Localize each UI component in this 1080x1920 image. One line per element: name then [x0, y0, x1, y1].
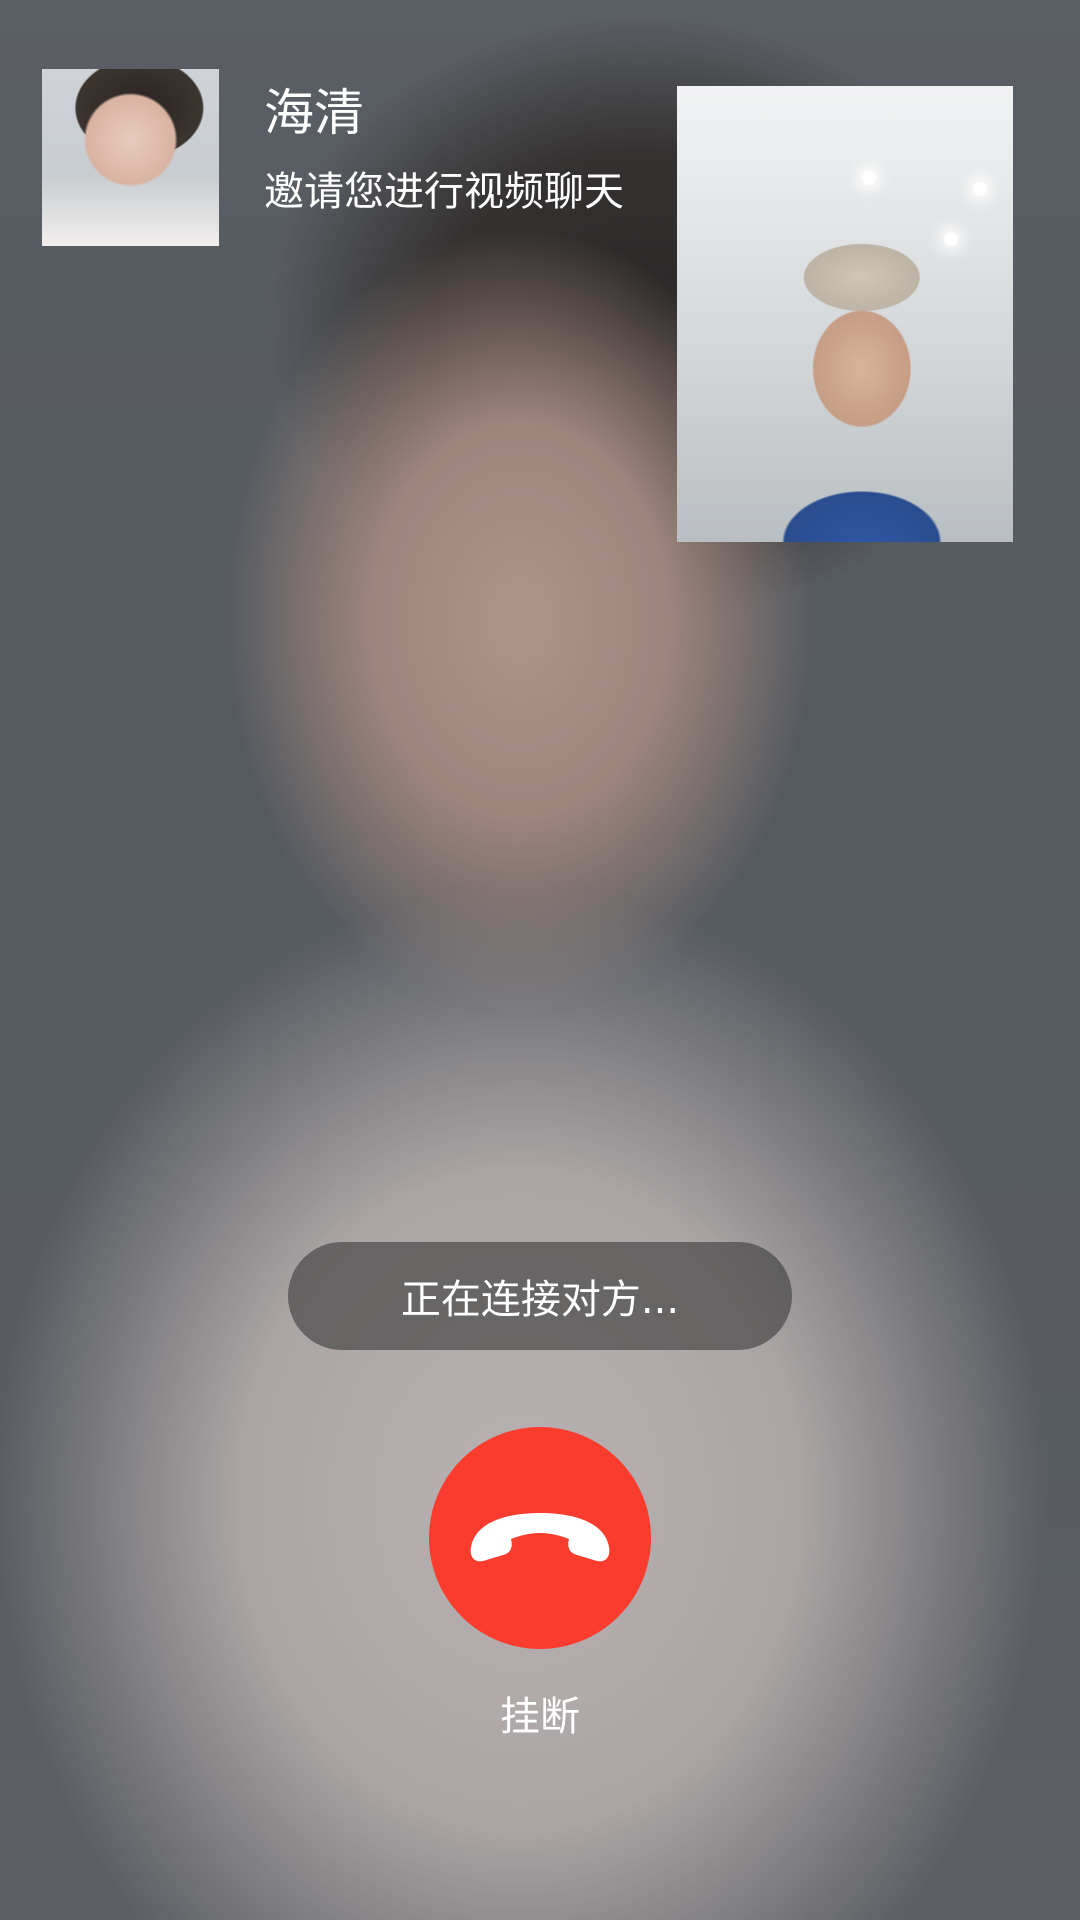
call-invite-text: 邀请您进行视频聊天: [264, 169, 624, 215]
phone-hangup-icon: [470, 1513, 610, 1562]
caller-avatar: [42, 69, 219, 246]
connection-status-text: 正在连接对方...: [400, 1277, 680, 1323]
ceiling-light: [944, 232, 958, 246]
hangup-label: 挂断: [500, 1694, 580, 1740]
connection-status-pill: 正在连接对方...: [288, 1242, 792, 1350]
hangup-button[interactable]: [429, 1427, 651, 1649]
ceiling-light: [973, 182, 987, 196]
caller-name: 海清: [264, 84, 364, 142]
self-camera-preview[interactable]: [677, 86, 1013, 542]
ceiling-light: [862, 171, 876, 185]
